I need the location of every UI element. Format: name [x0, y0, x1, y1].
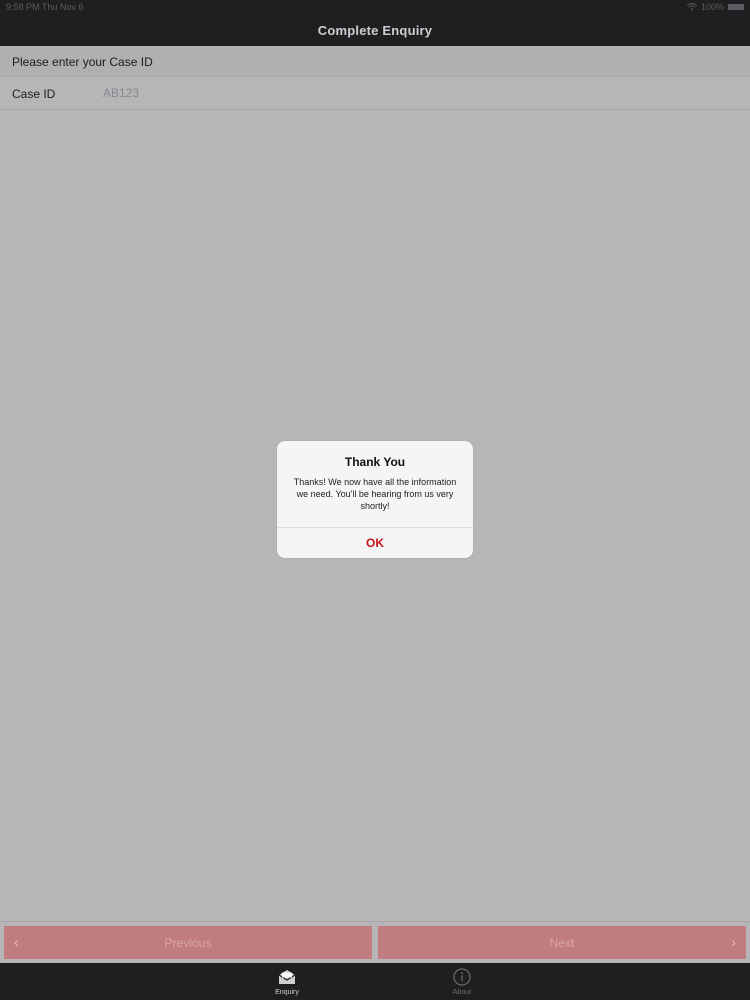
- modal-overlay: Thank You Thanks! We now have all the in…: [0, 0, 750, 1000]
- ok-button[interactable]: OK: [277, 528, 473, 558]
- alert-dialog: Thank You Thanks! We now have all the in…: [277, 441, 473, 558]
- alert-title: Thank You: [344, 455, 406, 469]
- alert-message: Thanks! We now have all the information …: [293, 477, 457, 511]
